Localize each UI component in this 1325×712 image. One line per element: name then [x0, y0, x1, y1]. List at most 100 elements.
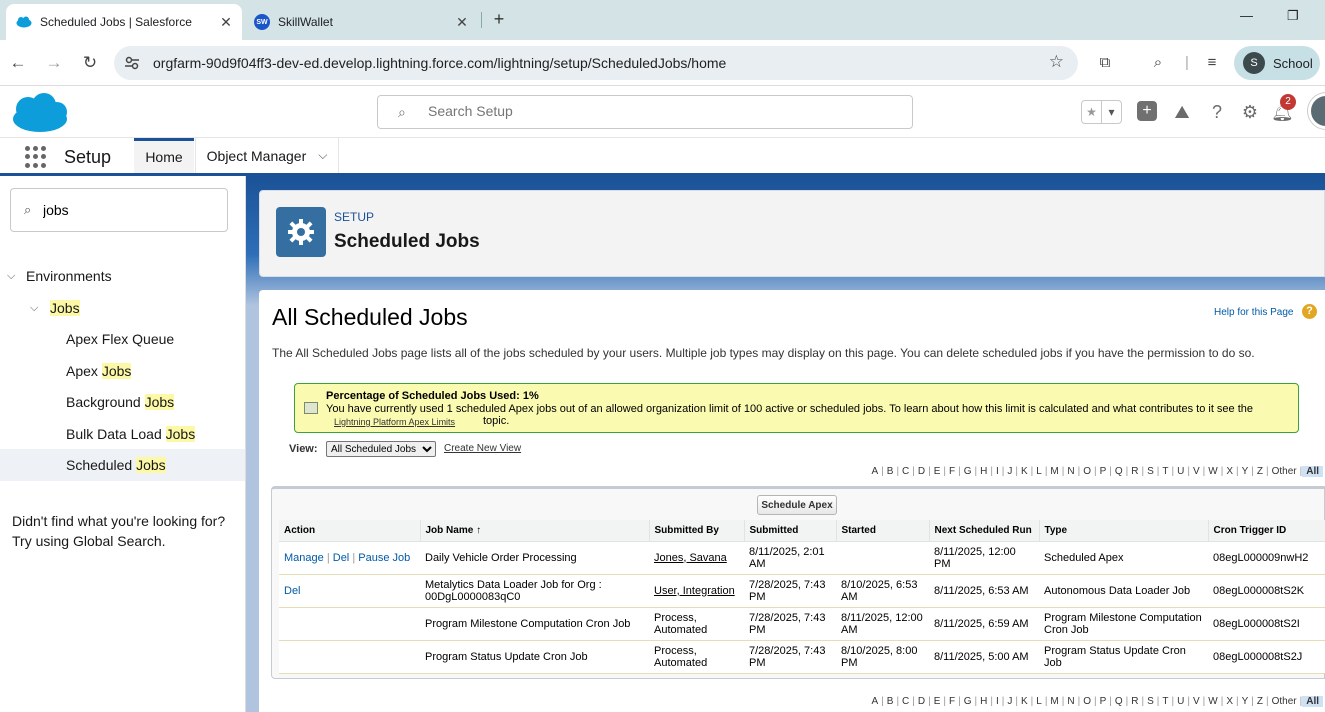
- chevron-down-icon[interactable]: ⌵: [7, 270, 15, 283]
- quick-find-input[interactable]: [43, 202, 213, 218]
- alphabet-filter-m[interactable]: M: [1047, 696, 1061, 707]
- alphabet-filter-e[interactable]: E: [931, 466, 944, 477]
- alphabet-filter-m[interactable]: M: [1047, 466, 1061, 477]
- new-tab-plus-icon[interactable]: +: [488, 8, 510, 30]
- manage-link[interactable]: Manage: [284, 552, 324, 564]
- alphabet-filter-v[interactable]: V: [1190, 696, 1203, 707]
- back-arrow-icon[interactable]: ←: [7, 52, 29, 74]
- help-question-icon[interactable]: ?: [1206, 101, 1228, 123]
- alphabet-filter-n[interactable]: N: [1064, 466, 1077, 477]
- chevron-down-icon[interactable]: ⌵: [318, 148, 327, 163]
- alphabet-filter-s[interactable]: S: [1144, 696, 1157, 707]
- gear-icon[interactable]: ⚙: [1239, 101, 1261, 123]
- chevron-down-icon[interactable]: ▾: [1102, 101, 1121, 123]
- column-header-job-name[interactable]: Job Name ↑: [419, 520, 649, 542]
- chevron-down-icon[interactable]: ⌵: [30, 302, 38, 315]
- alphabet-filter-all[interactable]: All: [1302, 466, 1323, 477]
- alphabet-filter-other[interactable]: Other: [1269, 466, 1300, 477]
- alphabet-filter-b[interactable]: B: [884, 696, 897, 707]
- tree-item-environments[interactable]: ⌵ Environments: [0, 260, 245, 292]
- column-header-started[interactable]: Started: [835, 520, 929, 542]
- minimize-icon[interactable]: —: [1240, 8, 1253, 23]
- alphabet-filter-q[interactable]: Q: [1112, 696, 1126, 707]
- alphabet-filter-p[interactable]: P: [1097, 696, 1110, 707]
- alphabet-filter-g[interactable]: G: [961, 466, 975, 477]
- close-tab-icon[interactable]: ✕: [452, 14, 472, 31]
- close-tab-icon[interactable]: ✕: [216, 14, 236, 31]
- alphabet-filter-u[interactable]: U: [1174, 696, 1187, 707]
- alphabet-filter-all[interactable]: All: [1302, 696, 1323, 707]
- alphabet-filter-a[interactable]: A: [868, 466, 881, 477]
- setup-search-box[interactable]: ⌕: [377, 95, 913, 129]
- alphabet-filter-d[interactable]: D: [915, 466, 928, 477]
- user-link[interactable]: User, Integration: [654, 585, 735, 597]
- alphabet-filter-b[interactable]: B: [884, 466, 897, 477]
- tab-home[interactable]: Home: [134, 138, 194, 173]
- alphabet-filter-v[interactable]: V: [1190, 466, 1203, 477]
- setup-search-input[interactable]: [428, 103, 888, 119]
- alphabet-filter-f[interactable]: F: [946, 466, 958, 477]
- alphabet-filter-j[interactable]: J: [1004, 466, 1015, 477]
- help-question-icon[interactable]: ?: [1302, 304, 1317, 319]
- apex-limits-link[interactable]: Lightning Platform Apex Limits: [334, 417, 455, 427]
- alphabet-filter-l[interactable]: L: [1033, 466, 1045, 477]
- column-header-submitted-by[interactable]: Submitted By: [648, 520, 744, 542]
- alphabet-filter-y[interactable]: Y: [1239, 466, 1252, 477]
- alphabet-filter-u[interactable]: U: [1174, 466, 1187, 477]
- alphabet-filter-o[interactable]: O: [1080, 696, 1094, 707]
- view-select[interactable]: All Scheduled Jobs: [326, 441, 436, 457]
- trailhead-icon[interactable]: ⛰: [1171, 101, 1193, 123]
- alphabet-filter-z[interactable]: Z: [1254, 466, 1266, 477]
- column-header-type[interactable]: Type: [1038, 520, 1208, 542]
- restore-window-icon[interactable]: ❐: [1287, 8, 1299, 24]
- alphabet-filter-l[interactable]: L: [1033, 696, 1045, 707]
- column-header-submitted[interactable]: Submitted: [743, 520, 836, 542]
- alphabet-filter-other[interactable]: Other: [1269, 696, 1300, 707]
- tree-item-apex-flex-queue[interactable]: Apex Flex Queue: [0, 323, 245, 355]
- column-header-cron-id[interactable]: Cron Trigger ID: [1207, 520, 1325, 542]
- help-link[interactable]: Help for this Page: [1214, 307, 1294, 318]
- alphabet-filter-g[interactable]: G: [961, 696, 975, 707]
- alphabet-filter-r[interactable]: R: [1128, 696, 1141, 707]
- alphabet-filter-n[interactable]: N: [1064, 696, 1077, 707]
- alphabet-filter-s[interactable]: S: [1144, 466, 1157, 477]
- alphabet-filter-c[interactable]: C: [899, 466, 912, 477]
- browser-tab-salesforce[interactable]: Scheduled Jobs | Salesforce ✕: [6, 4, 242, 40]
- pause-job-link[interactable]: Pause Job: [358, 552, 410, 564]
- global-actions-plus-icon[interactable]: +: [1137, 101, 1157, 121]
- alphabet-filter-t[interactable]: T: [1159, 466, 1171, 477]
- alphabet-filter-a[interactable]: A: [868, 696, 881, 707]
- create-new-view-link[interactable]: Create New View: [444, 443, 521, 454]
- delete-link[interactable]: Del: [333, 552, 350, 564]
- alphabet-filter-x[interactable]: X: [1223, 696, 1236, 707]
- alphabet-filter-i[interactable]: I: [993, 696, 1002, 707]
- alphabet-filter-f[interactable]: F: [946, 696, 958, 707]
- tree-item-bulk-data-load-jobs[interactable]: Bulk Data Load Jobs: [0, 418, 245, 450]
- tree-item-scheduled-jobs[interactable]: Scheduled Jobs: [0, 449, 245, 481]
- alphabet-filter-c[interactable]: C: [899, 696, 912, 707]
- alphabet-filter-w[interactable]: W: [1205, 696, 1220, 707]
- alphabet-filter-i[interactable]: I: [993, 466, 1002, 477]
- alphabet-filter-h[interactable]: H: [977, 696, 990, 707]
- alphabet-filter-t[interactable]: T: [1159, 696, 1171, 707]
- alphabet-filter-j[interactable]: J: [1004, 696, 1015, 707]
- browser-tab-skillwallet[interactable]: SW SkillWallet ✕: [246, 4, 478, 40]
- alphabet-filter-o[interactable]: O: [1080, 466, 1094, 477]
- app-launcher-icon[interactable]: [25, 146, 47, 168]
- profile-button[interactable]: S School: [1234, 46, 1320, 80]
- tab-search-icon[interactable]: ⌕: [1147, 52, 1169, 74]
- tab-object-manager[interactable]: Object Manager ⌵: [195, 138, 339, 173]
- address-bar[interactable]: orgfarm-90d9f04ff3-dev-ed.develop.lightn…: [114, 46, 1078, 80]
- favorites-group[interactable]: ★ ▾: [1081, 100, 1122, 124]
- alphabet-filter-z[interactable]: Z: [1254, 696, 1266, 707]
- alphabet-filter-p[interactable]: P: [1097, 466, 1110, 477]
- reload-icon[interactable]: ↻: [79, 52, 101, 74]
- forward-arrow-icon[interactable]: →: [43, 52, 65, 74]
- bookmark-star-icon[interactable]: ☆: [1049, 52, 1064, 72]
- user-link[interactable]: Jones, Savana: [654, 552, 727, 564]
- quick-find-box[interactable]: ⌕: [10, 188, 228, 232]
- user-avatar[interactable]: [1308, 93, 1325, 129]
- alphabet-filter-y[interactable]: Y: [1239, 696, 1252, 707]
- alphabet-filter-k[interactable]: K: [1018, 466, 1031, 477]
- schedule-apex-button[interactable]: Schedule Apex: [757, 495, 837, 515]
